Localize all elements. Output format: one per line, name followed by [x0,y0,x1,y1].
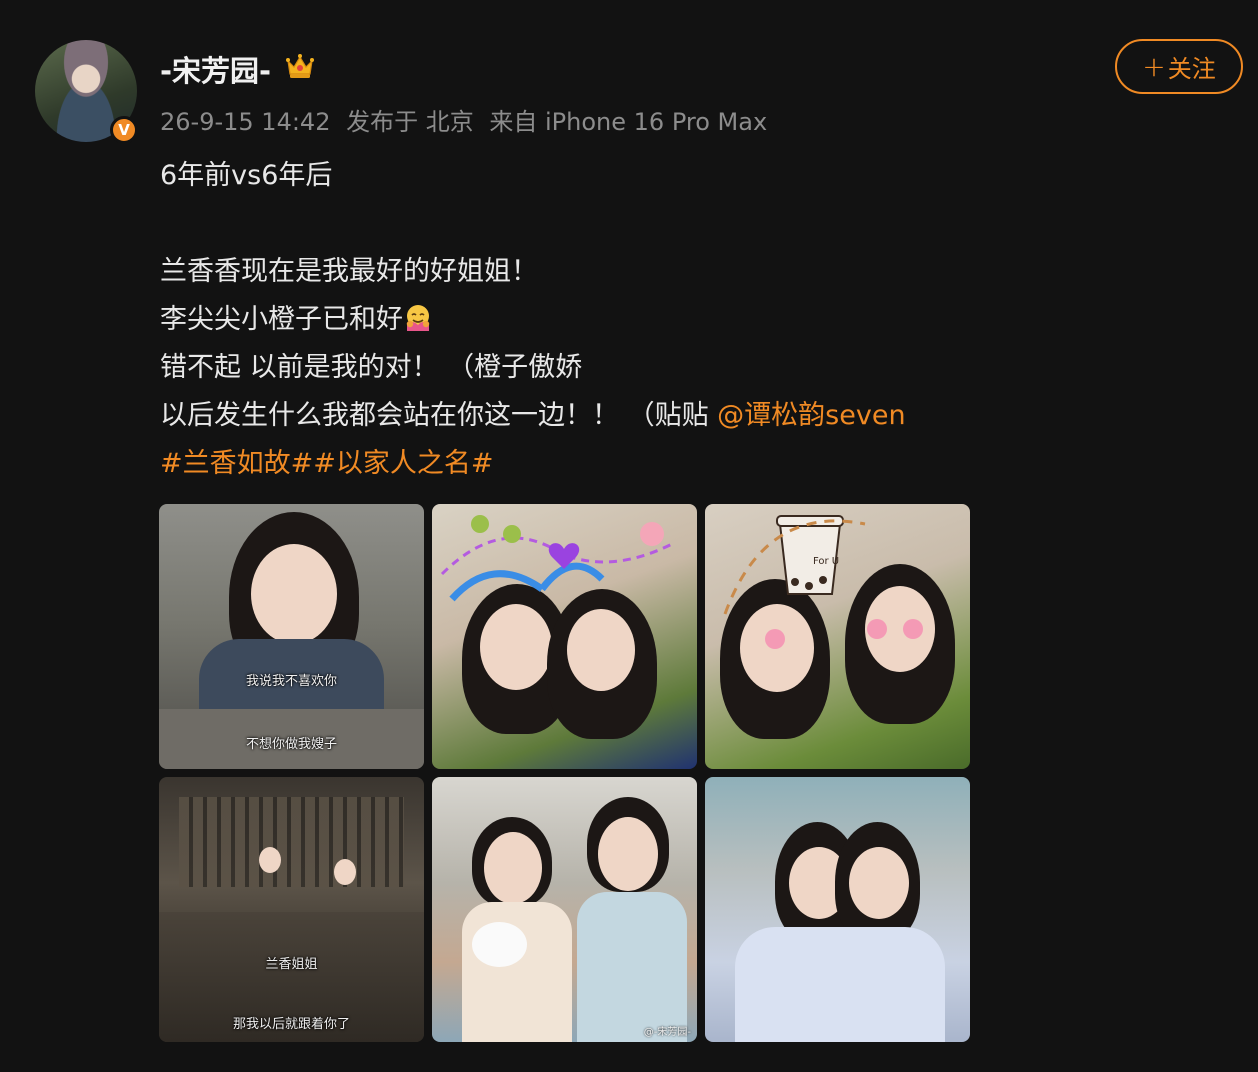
sticker-text: For U [813,556,840,567]
plus-icon: + [1142,50,1166,83]
post-image-5[interactable]: @-宋芳园- [432,777,697,1042]
username[interactable]: -宋芳园- [160,48,271,90]
post-image-1[interactable]: 我说我不喜欢你 不想你做我嫂子 [159,504,424,769]
post-location: 发布于 北京 [346,108,474,136]
follow-label: 关注 [1167,55,1216,83]
content-text: 李尖尖小橙子已和好 [160,304,403,335]
follow-button[interactable]: + 关注 [1115,39,1243,94]
content-line: 6年前vs6年后 [160,160,333,191]
post-image-4[interactable]: 兰香姐姐 那我以后就跟着你了 [159,777,424,1042]
content-line: 错不起 以前是我的对！ （橙子傲娇 [160,352,583,383]
verified-badge-icon: V [110,116,138,144]
mention-link[interactable]: @谭松韵seven [717,400,905,431]
hashtag-links[interactable]: #兰香如故##以家人之名# [160,440,1020,488]
post-image-6[interactable] [705,777,970,1042]
crown-icon [286,54,314,78]
post-content: 6年前vs6年后 兰香香现在是我最好的好姐姐！ 李尖尖小橙子已和好 错不起 以前… [160,152,1020,488]
image-watermark: @-宋芳园- [643,1027,691,1038]
content-line: 兰香香现在是我最好的好姐姐！ [160,256,538,287]
content-text: 以后发生什么我都会站在你这一边！！ （贴贴 [160,400,718,431]
content-line: 以后发生什么我都会站在你这一边！！ （贴贴 @谭松韵seven [160,392,1020,440]
subtitle: 那我以后就跟着你了 [232,1017,350,1032]
subtitle: 兰香姐姐 [265,957,318,972]
hug-emoji-icon [406,305,430,331]
weibo-post: V -宋芳园- + 关注 26-9-15 14:42 发布于 北京 来自 iPh… [0,0,1258,1072]
post-source: 来自 iPhone 16 Pro Max [489,108,768,136]
subtitle: 我说我不喜欢你 [245,674,337,689]
post-meta: 26-9-15 14:42 发布于 北京 来自 iPhone 16 Pro Ma… [160,102,775,137]
post-time[interactable]: 26-9-15 14:42 [160,108,330,136]
subtitle: 不想你做我嫂子 [245,737,337,752]
post-image-2[interactable] [432,504,697,769]
image-grid: 我说我不喜欢你 不想你做我嫂子 For U 兰香姐姐 那我以后就跟着你了 @-宋… [159,504,971,1042]
post-image-3[interactable]: For U [705,504,970,769]
content-line: 李尖尖小橙子已和好 [160,296,1020,344]
